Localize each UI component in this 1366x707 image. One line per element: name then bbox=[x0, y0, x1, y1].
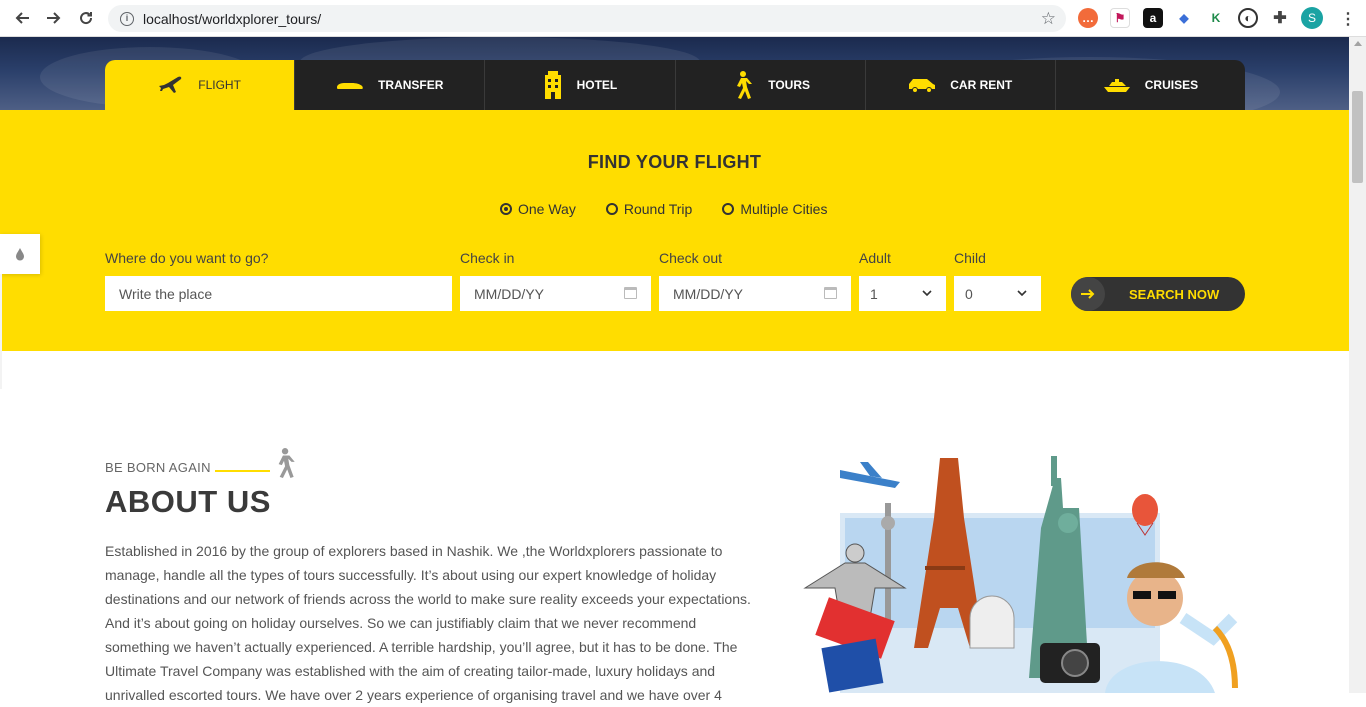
travel-collage-image bbox=[803, 456, 1238, 693]
radio-round-trip[interactable]: Round Trip bbox=[605, 201, 693, 217]
radio-multiple-cities[interactable]: Multiple Cities bbox=[722, 201, 827, 217]
van-icon bbox=[909, 79, 936, 93]
tab-flight[interactable]: FLIGHT bbox=[105, 60, 296, 110]
destination-label: Where do you want to go? bbox=[105, 250, 269, 266]
scroll-up-icon[interactable] bbox=[1354, 41, 1362, 46]
search-title: FIND YOUR FLIGHT bbox=[587, 152, 762, 172]
extensions-puzzle-icon[interactable]: ✚ bbox=[1270, 8, 1290, 28]
browser-menu-icon[interactable]: ⋮ bbox=[1340, 9, 1356, 29]
extension-a-icon[interactable]: a bbox=[1143, 8, 1163, 28]
profile-avatar[interactable]: S bbox=[1301, 7, 1323, 29]
side-divider bbox=[0, 274, 2, 389]
destination-input[interactable]: Write the place bbox=[105, 276, 452, 311]
flight-search-panel: FIND YOUR FLIGHT One Way Round Trip Mult… bbox=[0, 110, 1349, 351]
tab-label: CRUISES bbox=[1144, 78, 1199, 92]
back-arrow-icon[interactable] bbox=[6, 2, 38, 34]
forward-arrow-icon[interactable] bbox=[38, 2, 70, 34]
search-button-label: SEARCH NOW bbox=[1129, 286, 1220, 302]
url-text: localhost/worldxplorer_tours/ bbox=[143, 10, 322, 27]
drop-icon bbox=[16, 247, 24, 260]
address-bar[interactable]: i localhost/worldxplorer_tours/ ☆ bbox=[108, 5, 1066, 32]
bookmark-star-icon[interactable]: ☆ bbox=[1041, 9, 1056, 29]
tab-label: CAR RENT bbox=[950, 78, 1013, 92]
color-switcher-tab[interactable] bbox=[0, 234, 40, 274]
trip-type-group: One Way Round Trip Multiple Cities bbox=[500, 201, 857, 217]
car-icon bbox=[337, 83, 363, 89]
browser-toolbar: i localhost/worldxplorer_tours/ ☆ … ⚑ a … bbox=[0, 0, 1366, 37]
checkout-placeholder: MM/DD/YY bbox=[673, 285, 743, 302]
radio-label: One Way bbox=[518, 201, 576, 217]
radio-unchecked-icon bbox=[722, 203, 735, 215]
tab-transfer[interactable]: TRANSFER bbox=[295, 60, 486, 110]
checkin-label: Check in bbox=[460, 250, 515, 266]
reload-icon[interactable] bbox=[70, 2, 102, 34]
arrow-right-icon bbox=[1071, 277, 1105, 311]
subheading-underline bbox=[215, 470, 270, 472]
chevron-down-icon bbox=[1017, 287, 1027, 299]
walker-icon bbox=[737, 71, 753, 99]
tab-tours[interactable]: TOURS bbox=[676, 60, 866, 110]
adult-value: 1 bbox=[870, 285, 878, 302]
tab-car-rent[interactable]: CAR RENT bbox=[866, 60, 1056, 110]
extension-moon-icon[interactable]: ◐ bbox=[1238, 8, 1258, 28]
destination-placeholder: Write the place bbox=[119, 285, 213, 302]
child-value: 0 bbox=[965, 285, 973, 302]
calendar-icon[interactable] bbox=[624, 287, 637, 299]
page-scrollbar[interactable] bbox=[1349, 37, 1366, 693]
tab-hotel[interactable]: HOTEL bbox=[485, 60, 676, 110]
search-now-button[interactable]: SEARCH NOW bbox=[1071, 277, 1245, 311]
hotel-icon bbox=[544, 71, 561, 99]
tab-label: TOURS bbox=[768, 78, 810, 92]
radio-unchecked-icon bbox=[605, 203, 618, 215]
calendar-icon[interactable] bbox=[824, 287, 837, 299]
info-icon[interactable]: i bbox=[120, 11, 134, 26]
extension-k-icon[interactable]: K bbox=[1206, 8, 1226, 28]
scrollbar-thumb[interactable] bbox=[1352, 91, 1363, 183]
radio-label: Round Trip bbox=[623, 201, 693, 217]
extension-chat-icon[interactable]: … bbox=[1078, 8, 1098, 28]
ship-icon bbox=[1103, 79, 1130, 92]
child-label: Child bbox=[954, 250, 986, 266]
checkin-placeholder: MM/DD/YY bbox=[474, 285, 544, 302]
tab-label: TRANSFER bbox=[378, 78, 444, 92]
chevron-down-icon bbox=[922, 287, 932, 299]
about-paragraph: Established in 2016 by the group of expl… bbox=[105, 543, 751, 703]
walker-icon bbox=[278, 448, 295, 478]
about-title: ABOUT US bbox=[105, 484, 271, 519]
child-select[interactable]: 0 bbox=[954, 276, 1041, 311]
booking-tabs: FLIGHT TRANSFER HOTEL TOURS CAR RENT CRU… bbox=[105, 60, 1245, 110]
radio-label: Multiple Cities bbox=[740, 201, 828, 217]
extension-flag-icon[interactable]: ⚑ bbox=[1110, 8, 1130, 28]
tab-label: FLIGHT bbox=[198, 78, 241, 92]
about-subheading: BE BORN AGAIN bbox=[105, 460, 211, 475]
tab-cruises[interactable]: CRUISES bbox=[1056, 60, 1245, 110]
checkout-label: Check out bbox=[659, 250, 723, 266]
adult-select[interactable]: 1 bbox=[859, 276, 946, 311]
tab-label: HOTEL bbox=[576, 78, 618, 92]
checkin-input[interactable]: MM/DD/YY bbox=[460, 276, 651, 311]
radio-one-way[interactable]: One Way bbox=[500, 201, 576, 217]
plane-icon bbox=[159, 76, 182, 93]
extension-cap-icon[interactable]: ◆ bbox=[1174, 8, 1194, 28]
adult-label: Adult bbox=[859, 250, 891, 266]
checkout-input[interactable]: MM/DD/YY bbox=[659, 276, 851, 311]
radio-checked-icon bbox=[500, 203, 512, 215]
